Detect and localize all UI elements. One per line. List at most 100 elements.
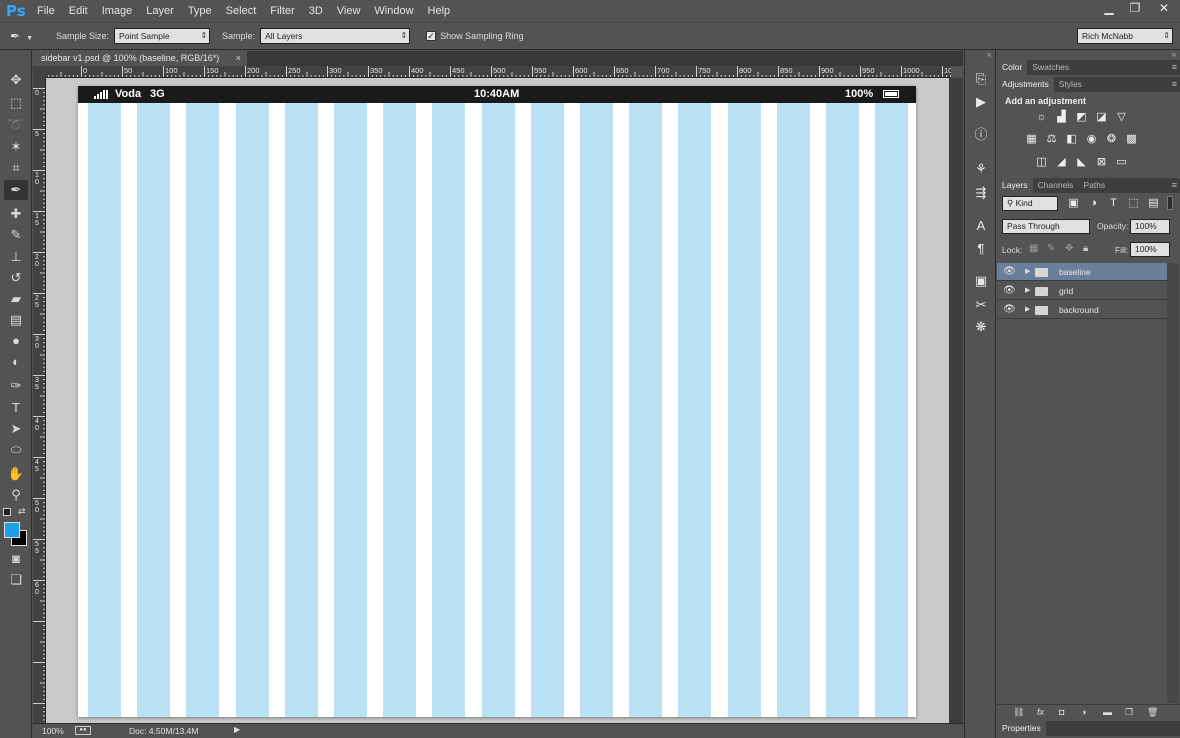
tab-styles[interactable]: Styles (1054, 77, 1087, 92)
panel-menu-icon[interactable]: ≡ (1172, 178, 1177, 193)
link-layers-icon[interactable]: ⛓ (1013, 707, 1024, 718)
tab-color[interactable]: Color (997, 60, 1028, 75)
selective-color-icon[interactable]: ⊠ (1095, 156, 1108, 169)
menu-filter[interactable]: Filter (263, 0, 301, 22)
curves-icon[interactable]: ◩ (1075, 111, 1088, 124)
brush-tool-icon[interactable]: ✎ (4, 225, 28, 245)
fill-input[interactable]: 100% (1130, 242, 1170, 257)
new-group-icon[interactable]: ▬ (1103, 707, 1112, 717)
horizontal-ruler[interactable]: 0 50 100 150 200 250 300 350 400 450 500 550 600 650 7… (46, 66, 951, 78)
eraser-tool-icon[interactable]: ▰ (4, 289, 28, 309)
color-lookup-icon[interactable]: ▩ (1125, 133, 1138, 146)
filter-toggle-switch[interactable] (1167, 196, 1173, 210)
swap-colors-icon[interactable]: ⇄ (18, 506, 26, 517)
status-menu-arrow-icon[interactable]: ▶ (234, 725, 240, 734)
visibility-eye-icon[interactable]: 👁︎ (1003, 301, 1016, 319)
quick-mask-icon[interactable]: ◙ (4, 549, 28, 569)
menu-select[interactable]: Select (219, 0, 264, 22)
move-tool-icon[interactable]: ✥ (4, 70, 28, 90)
filter-adjustment-icon[interactable]: ◑ (1087, 197, 1100, 210)
minimize-button[interactable]: ▁ (1096, 0, 1122, 18)
menu-layer[interactable]: Layer (139, 0, 181, 22)
zoom-tool-icon[interactable]: ⚲ (4, 485, 28, 505)
type-tool-icon[interactable]: T (4, 398, 28, 418)
menu-window[interactable]: Window (367, 0, 420, 22)
sample-select[interactable]: All Layers (260, 28, 411, 44)
new-adjustment-layer-icon[interactable]: ◑ (1081, 707, 1086, 717)
sample-size-select[interactable]: Point Sample (114, 28, 211, 44)
posterize-icon[interactable]: ◢ (1055, 156, 1068, 169)
layer-row-grid[interactable]: 👁︎ ▶ grid (997, 282, 1167, 300)
canvas-area[interactable]: Voda 3G 10:40AM 100% (46, 78, 949, 723)
black-white-icon[interactable]: ◧ (1065, 133, 1078, 146)
visibility-eye-icon[interactable]: 👁︎ (1003, 282, 1016, 300)
layer-comps-panel-icon[interactable]: ▣ (971, 272, 991, 290)
lock-position-icon[interactable]: ✥ (1065, 243, 1073, 254)
healing-brush-tool-icon[interactable]: ✚ (4, 204, 28, 224)
paragraph-panel-icon[interactable]: ¶ (971, 240, 991, 258)
magic-wand-tool-icon[interactable]: ✶ (4, 137, 28, 157)
hand-tool-icon[interactable]: ✋ (4, 464, 28, 484)
history-brush-tool-icon[interactable]: ↺ (4, 268, 28, 288)
layer-row-backround[interactable]: 👁︎ ▶ backround (997, 301, 1167, 319)
tool-presets-panel-icon[interactable]: ✂ (971, 296, 991, 314)
filter-smart-object-icon[interactable]: ▤ (1147, 197, 1160, 210)
layers-scrollbar[interactable] (1167, 263, 1179, 703)
channel-mixer-icon[interactable]: ❂ (1105, 133, 1118, 146)
tab-properties[interactable]: Properties (997, 721, 1046, 736)
ellipse-tool-icon[interactable]: ⬭ (4, 440, 28, 460)
tab-layers[interactable]: Layers (997, 178, 1033, 193)
3d-panel-icon[interactable]: ❋ (971, 318, 991, 336)
blur-tool-icon[interactable]: ● (4, 331, 28, 351)
filter-type-icon[interactable]: T (1107, 197, 1120, 210)
panel-menu-icon[interactable]: ≡ (1172, 60, 1177, 75)
document-canvas[interactable]: Voda 3G 10:40AM 100% (78, 86, 916, 717)
crop-tool-icon[interactable]: ⌗ (4, 158, 28, 178)
delete-layer-icon[interactable]: 🗑︎ (1147, 707, 1158, 718)
foreground-color-swatch[interactable] (4, 522, 20, 538)
character-panel-icon[interactable]: A (971, 217, 991, 235)
status-options-icon[interactable]: ●● (75, 726, 91, 735)
tool-preset-picker[interactable]: ✒ ▼ (10, 25, 48, 47)
history-panel-icon[interactable]: ⎘ (971, 70, 991, 88)
dodge-tool-icon[interactable]: ◐ (4, 352, 28, 372)
document-tab[interactable]: sidebar v1.psd @ 100% (baseline, RGB/16*… (33, 51, 247, 66)
menu-3d[interactable]: 3D (302, 0, 330, 22)
brightness-contrast-icon[interactable]: ☼ (1035, 111, 1048, 124)
collapse-panels-icon[interactable]: » (1172, 50, 1176, 59)
hue-saturation-icon[interactable]: ▦ (1025, 133, 1038, 146)
marquee-tool-icon[interactable]: ⬚ (4, 93, 28, 113)
layer-row-baseline[interactable]: 👁︎ ▶ baseline (997, 263, 1167, 281)
color-balance-icon[interactable]: ⚖ (1045, 133, 1058, 146)
visibility-eye-icon[interactable]: 👁︎ (1003, 263, 1016, 281)
filter-pixel-icon[interactable]: ▣ (1067, 197, 1080, 210)
photo-filter-icon[interactable]: ◉ (1085, 133, 1098, 146)
brush-panel-icon[interactable]: ⚘ (971, 160, 991, 178)
gradient-map-icon[interactable]: ▭ (1115, 156, 1128, 169)
lock-image-pixels-icon[interactable]: ✎ (1047, 243, 1055, 254)
menu-edit[interactable]: Edit (62, 0, 95, 22)
menu-view[interactable]: View (330, 0, 368, 22)
ruler-origin[interactable] (33, 66, 46, 78)
pen-tool-icon[interactable]: ✑ (4, 376, 28, 396)
eyedropper-tool-icon[interactable]: ✒ (4, 180, 28, 200)
show-sampling-ring-checkbox[interactable]: ✓ (426, 31, 437, 41)
layer-style-fx-icon[interactable]: fx (1037, 707, 1044, 717)
exposure-icon[interactable]: ◪ (1095, 111, 1108, 124)
opacity-input[interactable]: 100% (1130, 219, 1170, 234)
vibrance-icon[interactable]: ▽ (1115, 111, 1128, 124)
default-colors-icon[interactable] (3, 508, 11, 516)
invert-icon[interactable]: ◫ (1035, 156, 1048, 169)
clone-stamp-tool-icon[interactable]: ⊥ (4, 247, 28, 267)
actions-panel-icon[interactable]: ▶ (971, 93, 991, 111)
lock-all-icon[interactable]: 🔒︎ (1083, 243, 1088, 254)
tab-adjustments[interactable]: Adjustments (997, 77, 1054, 92)
zoom-level[interactable]: 100% (42, 726, 64, 736)
blend-mode-select[interactable]: Pass Through (1002, 219, 1090, 234)
screen-mode-icon[interactable]: ❏ (4, 570, 28, 590)
brush-presets-panel-icon[interactable]: ⇶ (971, 184, 991, 202)
info-panel-icon[interactable]: ⓘ (971, 126, 991, 144)
workspace-select[interactable]: Rich McNabb (1077, 28, 1173, 44)
vertical-ruler[interactable]: 0 5 10 15 20 25 30 35 40 45 50 55 60 (33, 78, 46, 723)
layer-filter-kind-select[interactable]: ⚲ Kind (1002, 196, 1058, 211)
